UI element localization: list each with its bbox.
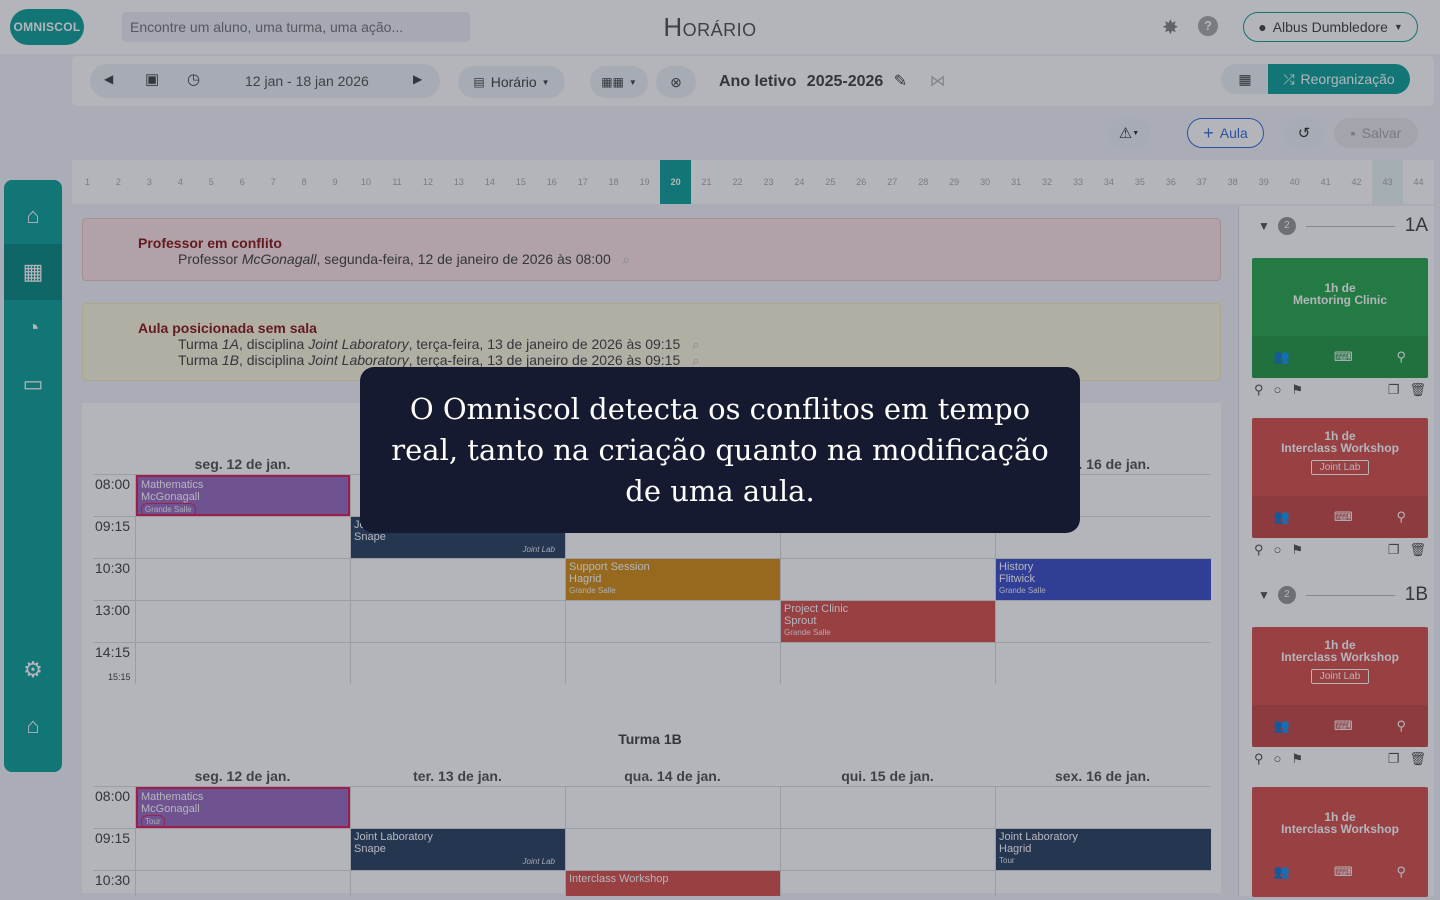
tour-tooltip-text: O Omniscol detecta os conflitos em tempo… (391, 391, 1049, 508)
tour-tooltip: O Omniscol detecta os conflitos em tempo… (360, 367, 1080, 533)
